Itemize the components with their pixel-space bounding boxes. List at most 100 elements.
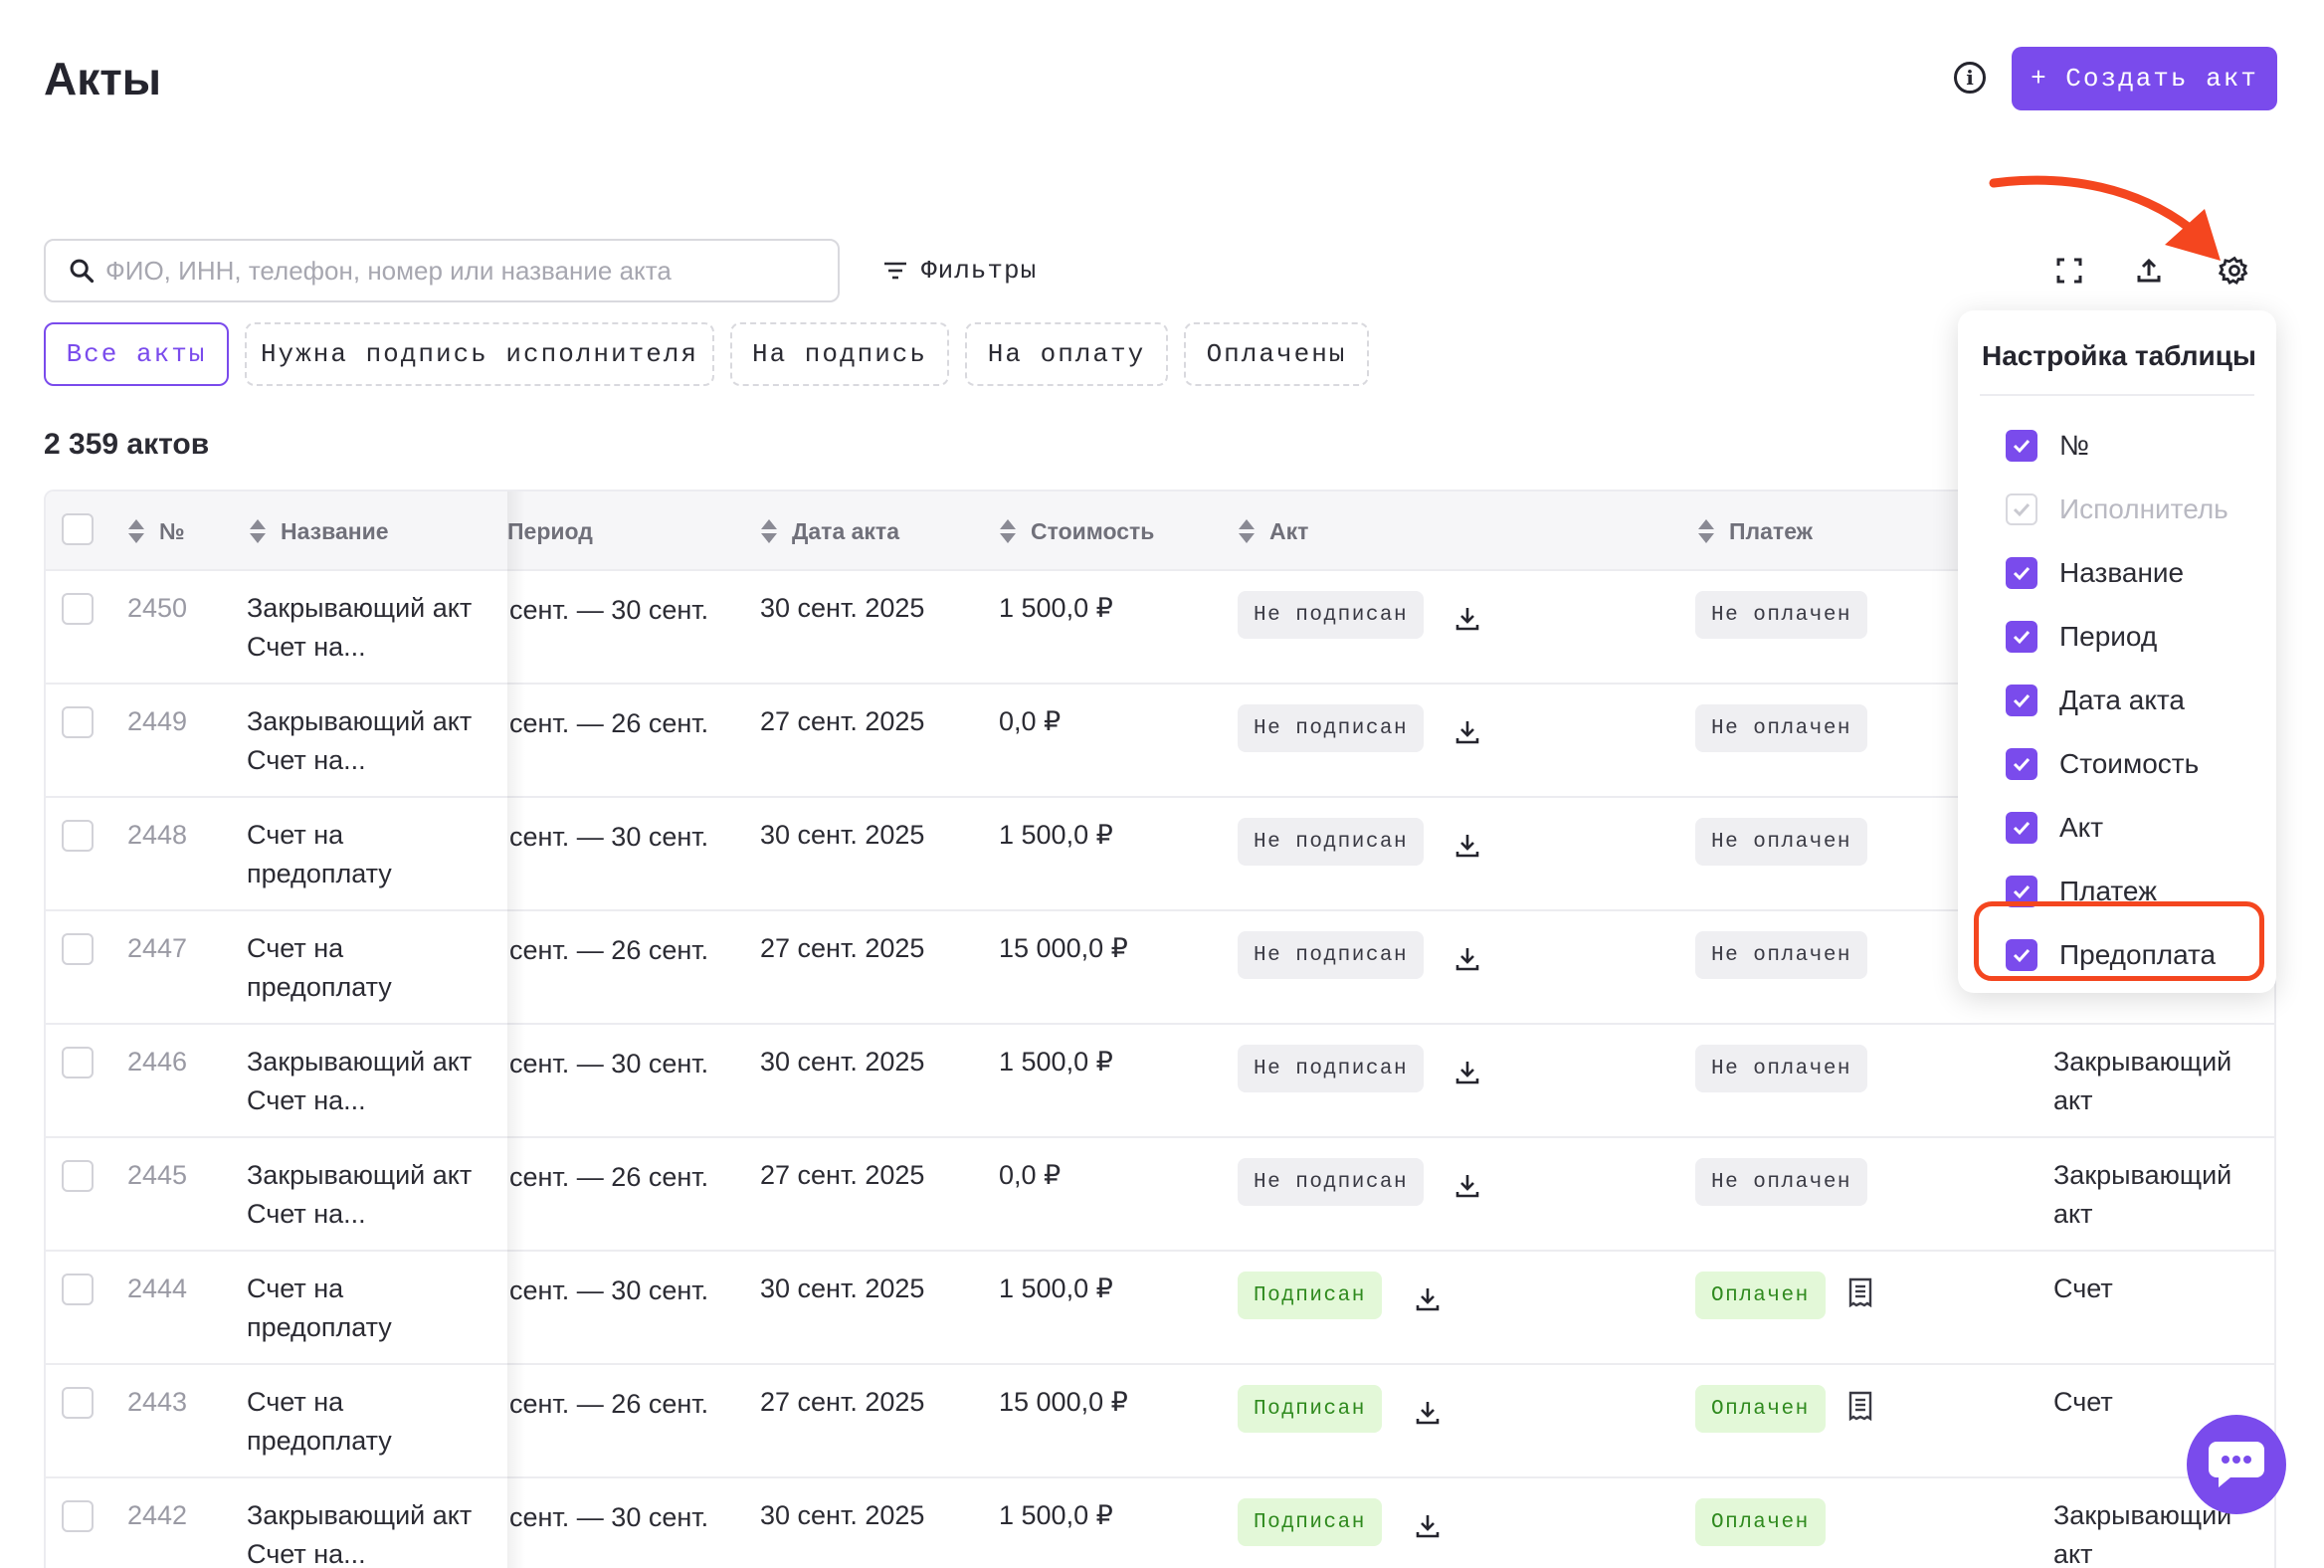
row-checkbox[interactable] — [62, 1160, 94, 1192]
table-row[interactable]: 2448 Счет на предоплату сент. — 30 сент. 30 … — [46, 798, 2274, 911]
row-period: сент. — 26 сент. — [509, 1162, 709, 1192]
tab-all-acts[interactable]: Все акты — [44, 322, 229, 386]
check-icon — [2013, 821, 2031, 836]
download-icon[interactable] — [1413, 1397, 1443, 1427]
row-prepayment-line1: Закрывающий — [2053, 1047, 2232, 1077]
row-name[interactable]: Счет на предоплату — [247, 1383, 392, 1461]
chat-button[interactable] — [2187, 1415, 2286, 1514]
column-act[interactable]: Акт — [1238, 515, 1308, 547]
table-row[interactable]: 2449 Закрывающий акт Счет на... сент. — 26 … — [46, 685, 2274, 798]
column-cost[interactable]: Стоимость — [999, 515, 1154, 547]
select-all-checkbox[interactable] — [62, 513, 94, 545]
row-checkbox[interactable] — [62, 933, 94, 965]
row-checkbox[interactable] — [62, 1500, 94, 1532]
download-icon[interactable] — [1452, 943, 1482, 973]
row-period: сент. — 30 сент. — [509, 1502, 709, 1532]
row-number: 2442 — [127, 1500, 188, 1530]
download-icon[interactable] — [1452, 716, 1482, 746]
table-row[interactable]: 2450 Закрывающий акт Счет на... сент. — 30 … — [46, 571, 2274, 685]
row-name-line1: Закрывающий акт — [247, 706, 473, 736]
column-option-checkbox[interactable]: Стоимость — [2006, 744, 2199, 784]
download-icon[interactable] — [1452, 603, 1482, 633]
checkbox[interactable] — [2006, 621, 2037, 653]
column-option-checkbox[interactable]: Период — [2006, 617, 2157, 657]
table-row[interactable]: 2442 Закрывающий акт Счет на... сент. — 30 … — [46, 1478, 2274, 1568]
row-name-line1: Закрывающий акт — [247, 1500, 473, 1530]
search-input[interactable] — [105, 255, 802, 287]
download-icon[interactable] — [1413, 1283, 1443, 1313]
download-icon[interactable] — [1452, 1170, 1482, 1200]
table-row[interactable]: 2443 Счет на предоплату сент. — 26 сент. 27 … — [46, 1365, 2274, 1478]
sort-icon — [1698, 519, 1714, 543]
row-name[interactable]: Счет на предоплату — [247, 1270, 392, 1347]
checkbox[interactable] — [2006, 557, 2037, 589]
row-name[interactable]: Закрывающий акт Счет на... — [247, 1496, 472, 1568]
column-option-checkbox[interactable]: Дата акта — [2006, 681, 2185, 720]
search-field[interactable] — [44, 239, 840, 302]
row-prepayment-line2: акт — [2053, 1085, 2093, 1115]
table-row[interactable]: 2444 Счет на предоплату сент. — 30 сент. 30 … — [46, 1252, 2274, 1365]
table-row[interactable]: 2446 Закрывающий акт Счет на... сент. — 30 … — [46, 1025, 2274, 1138]
tab-to-pay[interactable]: На оплату — [965, 322, 1168, 386]
row-prepayment-line2: акт — [2053, 1199, 2093, 1229]
row-prepayment: Счет — [2053, 1270, 2113, 1308]
check-icon — [2013, 757, 2031, 772]
filters-button[interactable]: Фильтры — [881, 253, 1037, 289]
payment-status-badge: Не оплачен — [1695, 704, 1868, 752]
sticky-column-shadow — [507, 491, 525, 1568]
row-checkbox[interactable] — [62, 593, 94, 625]
row-name[interactable]: Счет на предоплату — [247, 929, 392, 1007]
row-name-line2: Счет на... — [247, 1085, 366, 1115]
act-status-badge: Подписан — [1238, 1272, 1382, 1319]
row-period: сент. — 26 сент. — [509, 935, 709, 965]
create-act-button[interactable]: + Создать акт — [2012, 47, 2277, 110]
row-checkbox[interactable] — [62, 1047, 94, 1078]
checkbox — [2006, 493, 2037, 525]
sort-icon — [1239, 519, 1255, 543]
tab-needs-executor-signature[interactable]: Нужна подпись исполнителя — [245, 322, 714, 386]
tab-to-sign[interactable]: На подпись — [730, 322, 949, 386]
row-date: 27 сент. 2025 — [760, 1160, 925, 1190]
row-name-line1: Счет на — [247, 933, 344, 963]
row-period: сент. — 30 сент. — [509, 822, 709, 852]
row-name[interactable]: Закрывающий акт Счет на... — [247, 1156, 472, 1234]
row-name[interactable]: Закрывающий акт Счет на... — [247, 1043, 472, 1120]
payment-status-badge: Не оплачен — [1695, 818, 1868, 866]
table-row[interactable]: 2447 Счет на предоплату сент. — 26 сент. 27 … — [46, 911, 2274, 1025]
receipt-icon[interactable] — [1846, 1391, 1876, 1422]
checkbox[interactable] — [2006, 812, 2037, 844]
row-number: 2444 — [127, 1274, 188, 1303]
row-checkbox[interactable] — [62, 1274, 94, 1305]
info-icon[interactable]: i — [1954, 62, 1986, 94]
row-checkbox[interactable] — [62, 820, 94, 852]
row-checkbox[interactable] — [62, 706, 94, 738]
table-row[interactable]: 2445 Закрывающий акт Счет на... сент. — 26 … — [46, 1138, 2274, 1252]
sort-icon — [761, 519, 777, 543]
download-icon[interactable] — [1452, 1057, 1482, 1086]
row-number: 2450 — [127, 593, 188, 623]
receipt-icon[interactable] — [1846, 1277, 1876, 1308]
checkbox[interactable] — [2006, 430, 2037, 462]
row-prepayment: Закрывающий акт — [2053, 1043, 2231, 1120]
check-icon — [2013, 566, 2031, 581]
column-name[interactable]: Название — [249, 515, 389, 547]
tab-paid[interactable]: Оплачены — [1184, 322, 1369, 386]
download-icon[interactable] — [1452, 830, 1482, 860]
column-num[interactable]: № — [127, 515, 185, 547]
check-icon — [2013, 693, 2031, 708]
column-date[interactable]: Дата акта — [760, 515, 899, 547]
column-option-checkbox[interactable]: Название — [2006, 553, 2184, 593]
row-name[interactable]: Закрывающий акт Счет на... — [247, 589, 472, 667]
column-option-checkbox[interactable]: Акт — [2006, 808, 2103, 848]
row-prepayment-line1: Счет — [2053, 1274, 2113, 1303]
row-name[interactable]: Закрывающий акт Счет на... — [247, 702, 472, 780]
checkbox[interactable] — [2006, 685, 2037, 716]
column-payment[interactable]: Платеж — [1697, 515, 1813, 547]
row-checkbox[interactable] — [62, 1387, 94, 1419]
row-name[interactable]: Счет на предоплату — [247, 816, 392, 893]
column-option-checkbox[interactable]: № — [2006, 426, 2089, 466]
search-icon — [70, 259, 95, 284]
download-icon[interactable] — [1413, 1510, 1443, 1540]
checkbox[interactable] — [2006, 748, 2037, 780]
payment-status-badge: Не оплачен — [1695, 591, 1868, 639]
